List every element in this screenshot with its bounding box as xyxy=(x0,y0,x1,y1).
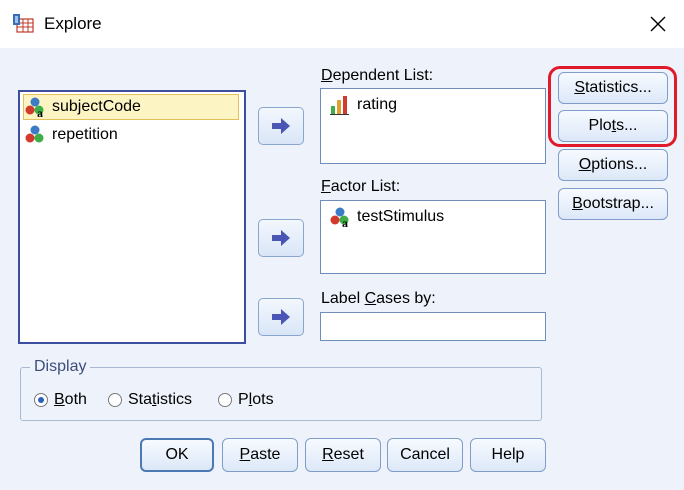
bootstrap-button[interactable]: Bootstrap... xyxy=(558,188,668,220)
dependent-list[interactable]: rating xyxy=(320,88,546,164)
display-group xyxy=(20,367,542,421)
nominal-variable-icon: a xyxy=(25,97,44,118)
svg-text:a: a xyxy=(342,216,348,228)
ok-button[interactable]: OK xyxy=(140,438,214,472)
move-to-factor-button[interactable] xyxy=(258,219,304,257)
variable-item-subjectcode[interactable]: a subjectCode xyxy=(23,94,239,120)
radio-indicator xyxy=(108,393,122,407)
label-cases-field[interactable] xyxy=(320,312,546,341)
variable-label: subjectCode xyxy=(52,98,141,115)
variable-item-repetition[interactable]: repetition xyxy=(24,123,238,147)
nominal-variable-icon: a xyxy=(330,207,349,228)
move-to-dependent-button[interactable] xyxy=(258,107,304,145)
arrow-right-icon xyxy=(272,118,290,134)
variable-label: rating xyxy=(357,96,398,113)
factor-item-teststimulus[interactable]: a testStimulus xyxy=(329,205,444,229)
window-title: Explore xyxy=(44,14,102,33)
display-statistics-radio[interactable]: Statistics xyxy=(108,391,192,409)
dependent-item-rating[interactable]: rating xyxy=(329,93,397,117)
scale-variable-icon xyxy=(330,96,349,115)
radio-indicator xyxy=(218,393,232,407)
nominal-variable-icon xyxy=(25,125,44,143)
options-button[interactable]: Options... xyxy=(558,149,668,181)
title-bar: Explore xyxy=(0,0,684,48)
arrow-right-icon xyxy=(272,230,290,246)
dependent-list-label: Dependent List: xyxy=(321,67,434,84)
display-plots-radio[interactable]: Plots xyxy=(218,391,274,409)
display-both-radio[interactable]: Both xyxy=(34,391,87,409)
explore-dialog: Explore a subjectCode repetition Depende… xyxy=(0,0,684,490)
factor-list-label: Factor List: xyxy=(321,178,401,195)
reset-button[interactable]: Reset xyxy=(305,438,381,472)
cancel-button[interactable]: Cancel xyxy=(387,438,463,472)
factor-list[interactable]: a testStimulus xyxy=(320,200,546,274)
label-cases-label: Label Cases by: xyxy=(321,290,436,307)
variable-source-list[interactable]: a subjectCode repetition xyxy=(18,90,246,344)
display-group-title: Display xyxy=(30,358,91,376)
svg-text:a: a xyxy=(37,106,43,118)
paste-button[interactable]: Paste xyxy=(222,438,298,472)
spss-app-icon xyxy=(13,14,34,33)
statistics-button[interactable]: Statistics... xyxy=(558,72,668,104)
radio-indicator xyxy=(34,393,48,407)
move-to-label-cases-button[interactable] xyxy=(258,298,304,336)
help-button[interactable]: Help xyxy=(470,438,546,472)
variable-label: testStimulus xyxy=(357,208,445,225)
arrow-right-icon xyxy=(272,309,290,325)
close-icon[interactable] xyxy=(646,12,670,36)
plots-button[interactable]: Plo t s... xyxy=(558,110,668,142)
variable-label: repetition xyxy=(52,126,118,143)
